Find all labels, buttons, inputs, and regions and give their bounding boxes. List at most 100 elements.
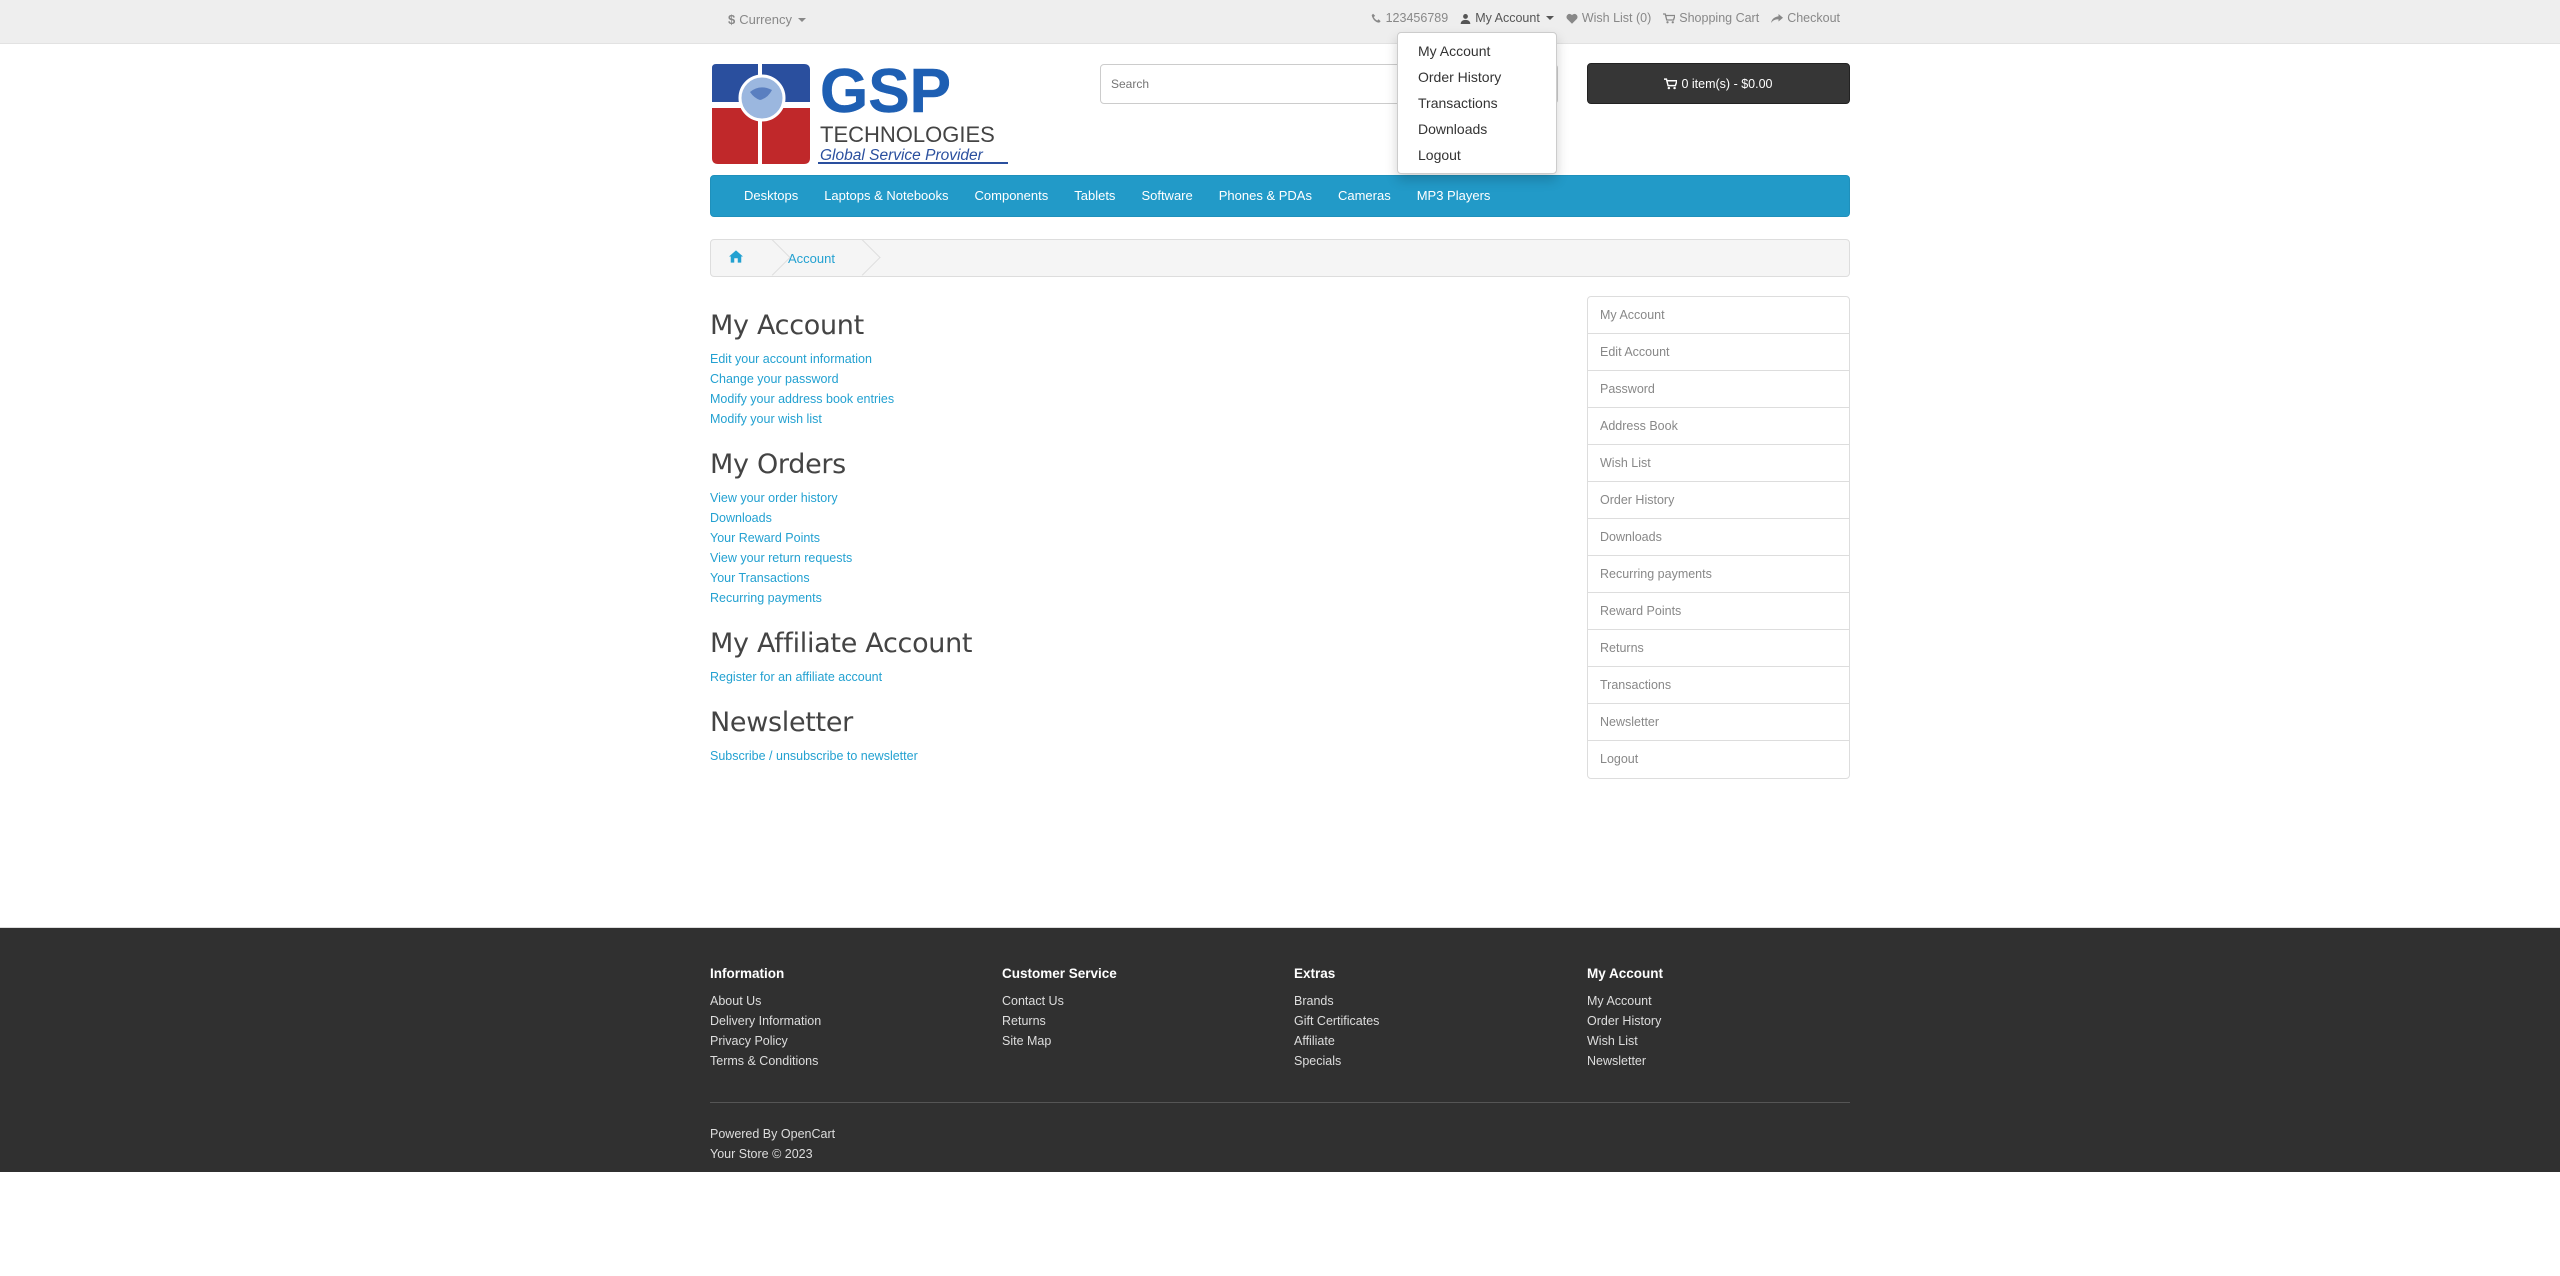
link-address-book[interactable]: Modify your address book entries	[710, 392, 894, 406]
footer-link-affiliate[interactable]: Affiliate	[1294, 1031, 1379, 1051]
sidebar-item-downloads[interactable]: Downloads	[1588, 519, 1849, 556]
dropdown-item-logout[interactable]: Logout	[1398, 142, 1556, 168]
footer-link-gift-certificates[interactable]: Gift Certificates	[1294, 1011, 1379, 1031]
menu-item-cameras[interactable]: Cameras	[1325, 175, 1404, 217]
link-recurring-payments[interactable]: Recurring payments	[710, 591, 822, 605]
dropdown-item-transactions[interactable]: Transactions	[1398, 90, 1556, 116]
menu-item-tablets[interactable]: Tablets	[1061, 175, 1128, 217]
footer-link-wish-list[interactable]: Wish List	[1587, 1031, 1663, 1051]
sidebar-item-my-account[interactable]: My Account	[1588, 297, 1849, 334]
account-dropdown-menu: My Account Order History Transactions Do…	[1397, 32, 1557, 174]
checkout-link[interactable]: Checkout	[1771, 11, 1840, 25]
footer-link-sitemap[interactable]: Site Map	[1002, 1031, 1117, 1051]
my-account-dropdown-toggle[interactable]: My Account	[1460, 11, 1554, 25]
breadcrumb-account[interactable]: Account	[788, 251, 835, 266]
menu-item-software[interactable]: Software	[1128, 175, 1205, 217]
breadcrumb-separator	[857, 239, 858, 277]
menu-item-mp3[interactable]: MP3 Players	[1404, 175, 1504, 217]
chevron-down-icon	[797, 17, 806, 22]
menu-item-desktops[interactable]: Desktops	[731, 175, 811, 217]
footer-link-newsletter[interactable]: Newsletter	[1587, 1051, 1663, 1071]
link-register-affiliate[interactable]: Register for an affiliate account	[710, 670, 882, 684]
shopping-cart-link[interactable]: Shopping Cart	[1663, 11, 1759, 25]
sidebar-item-transactions[interactable]: Transactions	[1588, 667, 1849, 704]
share-icon	[1771, 13, 1784, 23]
footer-link-contact[interactable]: Contact Us	[1002, 991, 1117, 1011]
footer: Information About Us Delivery Informatio…	[0, 927, 2560, 1172]
footer-link-brands[interactable]: Brands	[1294, 991, 1379, 1011]
footer-powered-by: Powered By OpenCart Your Store © 2023	[710, 1124, 835, 1164]
footer-link-delivery[interactable]: Delivery Information	[710, 1011, 821, 1031]
footer-link-order-history[interactable]: Order History	[1587, 1011, 1663, 1031]
my-account-links: Edit your account information Change you…	[710, 349, 1510, 429]
dropdown-item-downloads[interactable]: Downloads	[1398, 116, 1556, 142]
sidebar-item-newsletter[interactable]: Newsletter	[1588, 704, 1849, 741]
currency-dropdown[interactable]: $ Currency	[728, 12, 806, 27]
category-menu: Desktops Laptops & Notebooks Components …	[710, 175, 1850, 217]
sidebar-item-order-history[interactable]: Order History	[1588, 482, 1849, 519]
my-account-label: My Account	[1475, 11, 1540, 25]
footer-link-my-account[interactable]: My Account	[1587, 991, 1663, 1011]
account-sidebar: My Account Edit Account Password Address…	[1587, 296, 1850, 779]
copyright: Your Store © 2023	[710, 1147, 813, 1161]
footer-heading: My Account	[1587, 966, 1664, 981]
sidebar-item-recurring-payments[interactable]: Recurring payments	[1588, 556, 1849, 593]
phone-number: 123456789	[1385, 11, 1449, 25]
link-change-password[interactable]: Change your password	[710, 372, 839, 386]
phone-link[interactable]: 123456789	[1371, 11, 1449, 25]
menu-item-phones[interactable]: Phones & PDAs	[1206, 175, 1325, 217]
link-transactions[interactable]: Your Transactions	[710, 571, 810, 585]
home-icon[interactable]	[729, 250, 749, 266]
sidebar-item-logout[interactable]: Logout	[1588, 741, 1849, 778]
top-bar: $ Currency 123456789 My Account Wish Lis…	[0, 0, 2560, 44]
footer-column-extras: Extras Brands Gift Certificates Affiliat…	[1294, 966, 1379, 1071]
sidebar-item-reward-points[interactable]: Reward Points	[1588, 593, 1849, 630]
cart-icon	[1663, 12, 1676, 23]
logo-line1: TECHNOLOGIES	[820, 122, 995, 147]
dropdown-item-order-history[interactable]: Order History	[1398, 64, 1556, 90]
link-order-history[interactable]: View your order history	[710, 491, 838, 505]
link-reward-points[interactable]: Your Reward Points	[710, 531, 820, 545]
newsletter-links: Subscribe / unsubscribe to newsletter	[710, 746, 1510, 766]
sidebar-item-wish-list[interactable]: Wish List	[1588, 445, 1849, 482]
shopping-cart-label: Shopping Cart	[1679, 11, 1760, 25]
link-downloads[interactable]: Downloads	[710, 511, 772, 525]
footer-column-my-account: My Account My Account Order History Wish…	[1587, 966, 1663, 1071]
cart-icon	[1664, 77, 1678, 89]
menu-item-components[interactable]: Components	[962, 175, 1062, 217]
chevron-down-icon	[1545, 16, 1554, 20]
breadcrumb-separator	[767, 239, 768, 277]
store-logo[interactable]: GSP TECHNOLOGIES Global Service Provider	[710, 57, 1010, 168]
link-edit-account[interactable]: Edit your account information	[710, 352, 872, 366]
footer-link-specials[interactable]: Specials	[1294, 1051, 1379, 1071]
footer-heading: Information	[710, 966, 785, 981]
footer-link-terms[interactable]: Terms & Conditions	[710, 1051, 821, 1071]
dropdown-item-my-account[interactable]: My Account	[1398, 38, 1556, 64]
footer-link-about[interactable]: About Us	[710, 991, 821, 1011]
footer-link-returns[interactable]: Returns	[1002, 1011, 1117, 1031]
footer-divider	[710, 1102, 1850, 1103]
sidebar-item-edit-account[interactable]: Edit Account	[1588, 334, 1849, 371]
link-return-requests[interactable]: View your return requests	[710, 551, 852, 565]
account-content: My Account Edit your account information…	[710, 310, 1510, 786]
section-title-newsletter: Newsletter	[710, 707, 853, 738]
affiliate-links: Register for an affiliate account	[710, 667, 1510, 687]
cart-button[interactable]: 0 item(s) - $0.00	[1587, 63, 1850, 104]
menu-item-laptops[interactable]: Laptops & Notebooks	[811, 175, 961, 217]
breadcrumb: Account	[710, 239, 1850, 277]
currency-symbol: $	[728, 12, 736, 27]
user-icon	[1460, 13, 1471, 24]
section-title-affiliate: My Affiliate Account	[710, 628, 973, 659]
link-wish-list[interactable]: Modify your wish list	[710, 412, 822, 426]
sidebar-item-password[interactable]: Password	[1588, 371, 1849, 408]
logo-brand: GSP	[820, 62, 951, 126]
footer-heading: Extras	[1294, 966, 1336, 981]
link-newsletter[interactable]: Subscribe / unsubscribe to newsletter	[710, 749, 918, 763]
sidebar-item-address-book[interactable]: Address Book	[1588, 408, 1849, 445]
wish-list-link[interactable]: Wish List (0)	[1566, 11, 1651, 25]
powered-prefix: Powered By	[710, 1127, 778, 1141]
opencart-link[interactable]: OpenCart	[781, 1127, 835, 1141]
sidebar-item-returns[interactable]: Returns	[1588, 630, 1849, 667]
currency-label: Currency	[739, 12, 792, 27]
footer-link-privacy[interactable]: Privacy Policy	[710, 1031, 821, 1051]
